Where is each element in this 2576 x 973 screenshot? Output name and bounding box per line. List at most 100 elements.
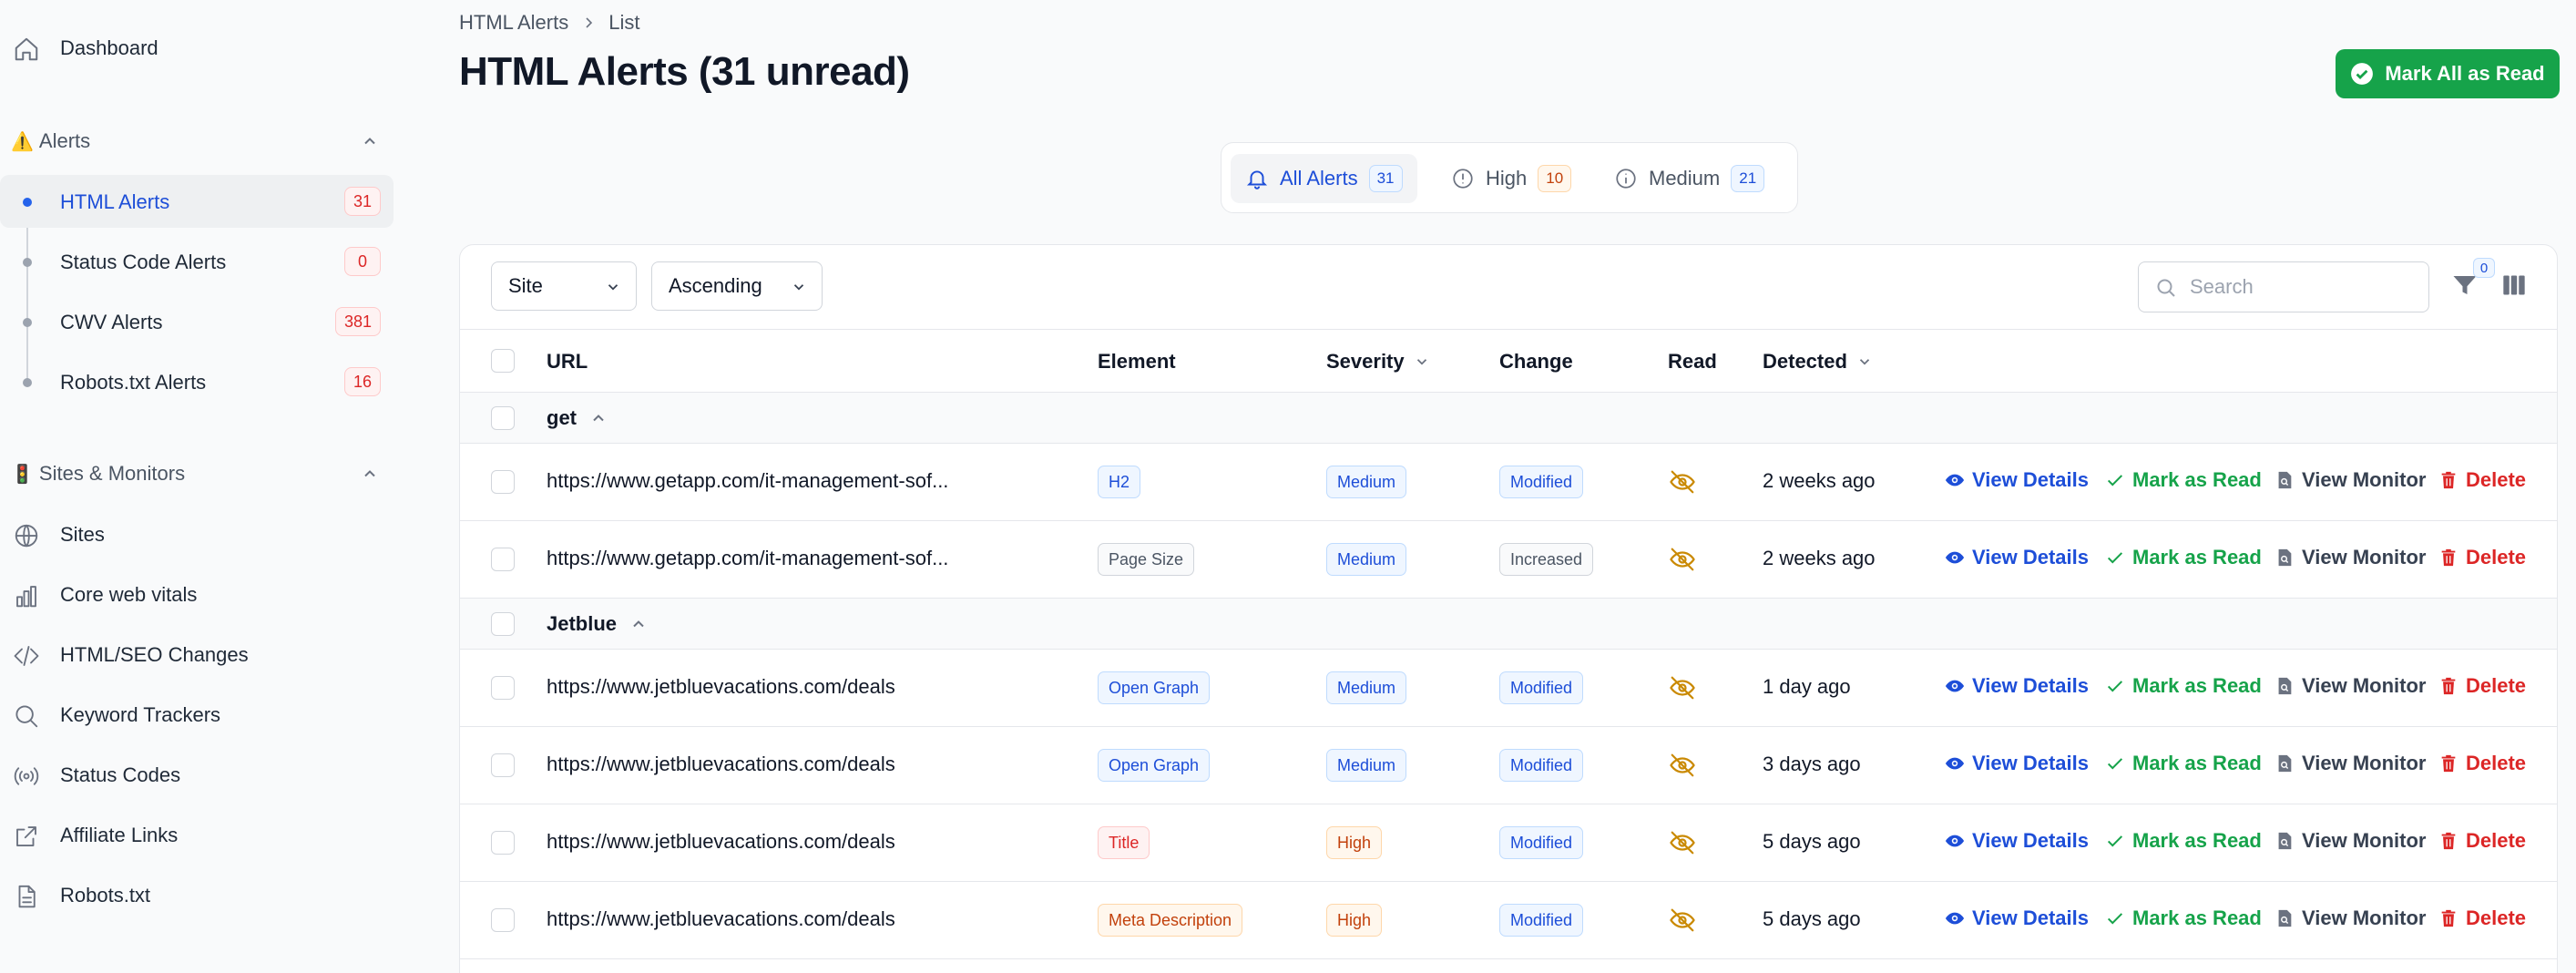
sidebar-item-label: Status Code Alerts [60,251,227,273]
sidebar-item-site[interactable]: Affiliate Links [0,809,394,862]
sidebar: Dashboard ⚠️ Alerts HTML Alerts 31 Statu… [0,0,410,973]
tab-high-count: 10 [1538,165,1572,192]
mark-as-read-label: Mark as Read [2132,674,2262,697]
broadcast-icon [14,767,39,785]
mark-as-read-button[interactable]: Mark as Read [2105,468,2262,492]
sidebar-item-site[interactable]: Robots.txt [0,869,394,922]
delete-button[interactable]: Delete [2438,546,2526,569]
row-checkbox[interactable] [491,908,515,932]
mark-as-read-button[interactable]: Mark as Read [2105,906,2262,930]
sidebar-item-site[interactable]: HTML/SEO Changes [0,629,394,681]
view-details-button[interactable]: View Details [1945,752,2089,775]
row-url[interactable]: https://www.getapp.com/it-management-sof… [547,547,948,570]
row-url[interactable]: https://www.getapp.com/it-management-sof… [547,469,948,493]
mark-as-read-button[interactable]: Mark as Read [2105,752,2262,775]
sort-order-select[interactable]: Ascending [651,261,823,311]
delete-label: Delete [2466,906,2527,929]
chevron-up-icon[interactable] [589,409,608,427]
delete-button[interactable]: Delete [2438,752,2526,775]
tab-medium[interactable]: Medium 21 [1600,154,1779,203]
chevron-up-icon[interactable] [629,615,648,633]
col-detected[interactable]: Detected [1763,350,1873,374]
view-monitor-button[interactable]: View Monitor [2274,829,2427,853]
group-row[interactable]: get [460,393,2557,444]
chevron-down-icon [608,284,618,291]
row-url[interactable]: https://www.jetbluevacations.com/deals [547,753,895,776]
row-checkbox[interactable] [491,470,515,494]
mark-as-read-button[interactable]: Mark as Read [2105,829,2262,853]
delete-button[interactable]: Delete [2438,674,2526,698]
sidebar-item-alert[interactable]: Status Code Alerts 0 [0,235,394,288]
delete-button[interactable]: Delete [2438,829,2526,853]
col-change-label: Change [1499,350,1573,373]
view-monitor-button[interactable]: View Monitor [2274,468,2427,492]
group-checkbox[interactable] [491,406,515,430]
element-badge: Open Graph [1098,671,1211,704]
view-monitor-button[interactable]: View Monitor [2274,674,2427,698]
check-icon [2107,552,2123,564]
group-by-select[interactable]: Site [491,261,637,311]
nav-dashboard[interactable]: Dashboard [0,22,394,75]
col-severity[interactable]: Severity [1326,350,1430,374]
view-monitor-label: View Monitor [2302,829,2427,852]
row-url[interactable]: https://www.jetbluevacations.com/deals [547,830,895,854]
page-title: HTML Alerts (31 unread) [459,49,910,94]
chevron-right-icon [586,17,593,28]
row-checkbox[interactable] [491,548,515,571]
tab-all-alerts[interactable]: All Alerts 31 [1231,154,1417,203]
sidebar-item-alert[interactable]: CWV Alerts 381 [0,295,394,348]
view-details-button[interactable]: View Details [1945,674,2089,698]
row-checkbox[interactable] [491,676,515,700]
view-monitor-label: View Monitor [2302,906,2427,929]
sidebar-item-site[interactable]: Status Codes [0,749,394,802]
chevron-up-icon[interactable] [361,132,379,150]
view-details-button[interactable]: View Details [1945,468,2089,492]
row-checkbox[interactable] [491,831,515,855]
element-badge: Page Size [1098,543,1195,576]
sidebar-item-site[interactable]: Keyword Trackers [0,689,394,742]
col-read: Read [1668,350,1717,374]
sidebar-item-site[interactable]: Core web vitals [0,568,394,621]
view-monitor-button[interactable]: View Monitor [2274,752,2427,775]
eye-off-icon [1670,753,1695,777]
breadcrumb-root[interactable]: HTML Alerts [459,11,568,35]
section-sites[interactable]: 🚦 Sites & Monitors [11,456,394,492]
search-input[interactable] [2190,273,2418,301]
sidebar-item-alert[interactable]: HTML Alerts 31 [0,175,394,228]
view-monitor-button[interactable]: View Monitor [2274,906,2427,930]
delete-label: Delete [2466,829,2527,852]
table-row: https://www.jetbluevacations.com/deals M… [460,882,2557,959]
chevron-up-icon[interactable] [361,465,379,483]
view-details-button[interactable]: View Details [1945,546,2089,569]
sidebar-item-label: Affiliate Links [60,824,179,846]
tab-high[interactable]: High 10 [1436,154,1586,203]
delete-button[interactable]: Delete [2438,906,2526,930]
mark-as-read-button[interactable]: Mark as Read [2105,546,2262,569]
section-alerts[interactable]: ⚠️ Alerts [11,123,394,159]
mark-as-read-button[interactable]: Mark as Read [2105,674,2262,698]
eye-off-icon [1670,831,1695,855]
mark-as-read-label: Mark as Read [2132,468,2262,491]
view-details-button[interactable]: View Details [1945,906,2089,930]
row-url[interactable]: https://www.jetbluevacations.com/deals [547,675,895,699]
sidebar-item-site[interactable]: Sites [0,508,394,561]
group-row[interactable]: Jetblue [460,599,2557,650]
group-checkbox[interactable] [491,612,515,636]
columns-icon[interactable] [2500,272,2528,298]
alert-count-badge: 31 [343,187,381,216]
row-checkbox[interactable] [491,753,515,777]
view-details-button[interactable]: View Details [1945,829,2089,853]
breadcrumb: HTML Alerts List [459,11,639,35]
select-all-checkbox[interactable] [491,349,515,373]
sidebar-item-label: Keyword Trackers [60,703,221,726]
sort-order-value: Ascending [669,274,762,297]
delete-button[interactable]: Delete [2438,468,2526,492]
sidebar-item-alert[interactable]: Robots.txt Alerts 16 [0,355,394,408]
severity-badge: Medium [1326,466,1407,498]
view-monitor-button[interactable]: View Monitor [2274,546,2427,569]
view-monitor-label: View Monitor [2302,468,2427,491]
tree-dot [23,258,32,267]
mark-all-read-button[interactable]: Mark All as Read [2336,49,2560,98]
row-url[interactable]: https://www.jetbluevacations.com/deals [547,907,895,931]
document-search-icon [2278,832,2292,850]
